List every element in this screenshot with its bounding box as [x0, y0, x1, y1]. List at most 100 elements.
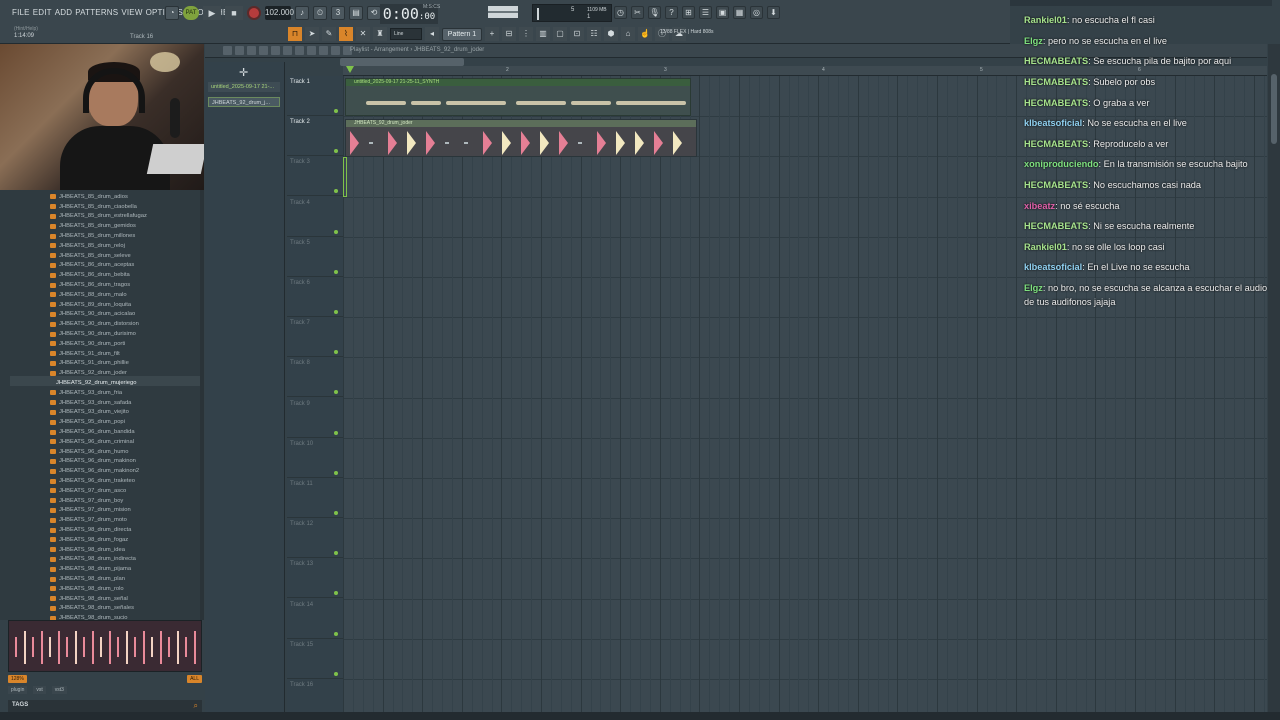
pattern-prev-icon[interactable]: ◂: [425, 27, 439, 41]
track-led-icon[interactable]: [334, 189, 338, 194]
playlist-select-icon[interactable]: [319, 46, 328, 55]
browser-item[interactable]: JHBEATS_98_drum_señales: [50, 604, 134, 614]
preview-all-badge[interactable]: ALL: [187, 675, 202, 683]
track-led-icon[interactable]: [334, 390, 338, 395]
browser-item[interactable]: JHBEATS_98_drum_plan: [50, 574, 125, 584]
track-led-icon[interactable]: [334, 551, 338, 556]
track-led-icon[interactable]: [334, 350, 338, 355]
track-header[interactable]: Track 7: [287, 317, 343, 358]
track-header[interactable]: Track 8: [287, 357, 343, 398]
tempo-display[interactable]: 102.000: [265, 6, 294, 20]
save-icon[interactable]: ▣: [716, 6, 729, 19]
mixer-view-icon[interactable]: ☷: [587, 27, 601, 41]
browser-item[interactable]: JHBEATS_96_drum_criminal: [50, 437, 134, 447]
flex-preset-label[interactable]: 13/88 FLEX | Hard 808s: [660, 29, 714, 35]
channel-rack-icon[interactable]: ⊡: [570, 27, 584, 41]
search-icon[interactable]: ⌕: [194, 701, 198, 711]
track-header[interactable]: Track 5: [287, 237, 343, 277]
chat-username[interactable]: Rankiel01: [1024, 242, 1067, 252]
browser-item[interactable]: JHBEATS_98_drum_fogaz: [50, 535, 128, 545]
browser-item[interactable]: JHBEATS_96_drum_makinon2: [50, 466, 139, 476]
chat-username[interactable]: HECMABEATS: [1024, 221, 1088, 231]
tag-vst3[interactable]: vst3: [51, 686, 67, 694]
playlist-draw-icon[interactable]: [247, 46, 256, 55]
audio-clip-drum[interactable]: JHBEATS_92_drum_joder: [345, 119, 697, 157]
browser-item[interactable]: JHBEATS_93_drum_safada: [50, 398, 131, 408]
playlist-zoom-icon[interactable]: [331, 46, 340, 55]
browser-item[interactable]: JHBEATS_97_drum_boy: [50, 496, 123, 506]
chat-username[interactable]: klbeatsoficial: [1024, 262, 1082, 272]
wait-input-icon[interactable]: ⏲: [313, 6, 327, 20]
browser-item[interactable]: JHBEATS_86_drum_bebita: [50, 270, 130, 280]
browser-item[interactable]: JHBEATS_86_drum_aceptas: [50, 261, 134, 271]
browser-item[interactable]: JHBEATS_98_drum_indirecta: [50, 555, 136, 565]
playlist-mute-icon[interactable]: [283, 46, 292, 55]
playlist-paint-icon[interactable]: [259, 46, 268, 55]
track-header[interactable]: Track 10: [287, 438, 343, 478]
chat-username[interactable]: HECMABEATS: [1024, 139, 1088, 149]
stamp-icon[interactable]: ♜: [373, 27, 387, 41]
browser-scrollbar[interactable]: [200, 190, 204, 620]
browser-item[interactable]: JHBEATS_85_drum_estrellafugaz: [50, 212, 147, 222]
download-icon[interactable]: ⬇: [767, 6, 780, 19]
picker-item-drum[interactable]: JHBEATS_92_drum_j...: [208, 97, 280, 107]
track-header[interactable]: Track 14: [287, 599, 343, 639]
scissors-icon[interactable]: ✂: [631, 6, 644, 19]
browser-item[interactable]: JHBEATS_98_drum_pijama: [50, 564, 131, 574]
track-led-icon[interactable]: [334, 631, 338, 636]
browser-item[interactable]: JHBEATS_98_drum_señal: [50, 594, 128, 604]
preview-zoom-badge[interactable]: 128%: [8, 675, 27, 683]
playlist-delete-icon[interactable]: [271, 46, 280, 55]
tags-label[interactable]: TAGS: [12, 702, 28, 708]
chat-username[interactable]: Rankiel01: [1024, 15, 1067, 25]
browser-item[interactable]: JHBEATS_85_drum_millones: [50, 231, 135, 241]
playlist-slice-icon[interactable]: [307, 46, 316, 55]
chat-username[interactable]: HECMABEATS: [1024, 180, 1088, 190]
step-edit-icon[interactable]: ▤: [349, 6, 363, 20]
browser-item[interactable]: JHBEATS_91_drum_phillie: [50, 359, 129, 369]
playhead-marker[interactable]: [346, 66, 354, 73]
browser-item[interactable]: JHBEATS_85_drum_ciaobella: [50, 202, 137, 212]
metronome-icon[interactable]: ♪: [295, 6, 309, 20]
track-led-icon[interactable]: [334, 149, 338, 154]
menu-file[interactable]: FILE: [12, 8, 30, 17]
browser-item[interactable]: JHBEATS_85_drum_gemidos: [50, 221, 136, 231]
chat-username[interactable]: Elgz: [1024, 283, 1043, 293]
browser-item[interactable]: JHBEATS_98_drum_idea: [50, 545, 125, 555]
browser-item[interactable]: JHBEATS_96_drum_humo: [50, 447, 129, 457]
track-led-icon[interactable]: [334, 511, 338, 515]
pattern-song-toggle[interactable]: PAT: [183, 6, 199, 20]
snap-select[interactable]: Line: [390, 28, 422, 40]
export-icon[interactable]: ▦: [733, 6, 746, 19]
track-header[interactable]: Track 6: [287, 277, 343, 317]
playlist-horizontal-scroll[interactable]: [340, 58, 464, 66]
menu-edit[interactable]: EDIT: [33, 8, 52, 17]
track-header[interactable]: Track 9: [287, 398, 343, 438]
track-header[interactable]: Track 13: [287, 558, 343, 599]
browser-item[interactable]: JHBEATS_90_drum_acicalao: [50, 310, 135, 320]
browser-item[interactable]: JHBEATS_98_drum_directa: [50, 525, 131, 535]
chat-username[interactable]: HECMABEATS: [1024, 98, 1088, 108]
countdown-icon[interactable]: 3: [331, 6, 345, 20]
menu-patterns[interactable]: PATTERNS: [75, 8, 118, 17]
track-led-icon[interactable]: [334, 269, 338, 274]
plugin-icon[interactable]: ⊞: [682, 6, 695, 19]
track-led-icon[interactable]: [334, 430, 338, 435]
song-position-icon[interactable]: ◔: [165, 6, 179, 20]
playlist-menu-icon[interactable]: [223, 46, 232, 55]
track-header[interactable]: Track 15: [287, 639, 343, 679]
browser-item[interactable]: JHBEATS_92_drum_joder: [50, 368, 127, 378]
play-button[interactable]: ▶: [203, 6, 221, 20]
browser-item[interactable]: JHBEATS_90_drum_porti: [50, 339, 125, 349]
arrow-icon[interactable]: ➤: [305, 27, 319, 41]
cpu-icon[interactable]: ◷: [614, 6, 627, 19]
mixer-icon[interactable]: ☰: [699, 6, 712, 19]
browser-item[interactable]: JHBEATS_90_drum_distorsion: [50, 319, 139, 329]
playlist-snap-icon[interactable]: [235, 46, 244, 55]
browser-item[interactable]: JHBEATS_98_drum_rolo: [50, 584, 124, 594]
browser-item[interactable]: JHBEATS_85_drum_adios: [50, 192, 128, 202]
chat-icon[interactable]: ◎: [750, 6, 763, 19]
track-header[interactable]: Track 1: [287, 76, 343, 116]
paint-brush-icon[interactable]: ⌇: [339, 27, 353, 41]
browser-icon[interactable]: ▢: [553, 27, 567, 41]
